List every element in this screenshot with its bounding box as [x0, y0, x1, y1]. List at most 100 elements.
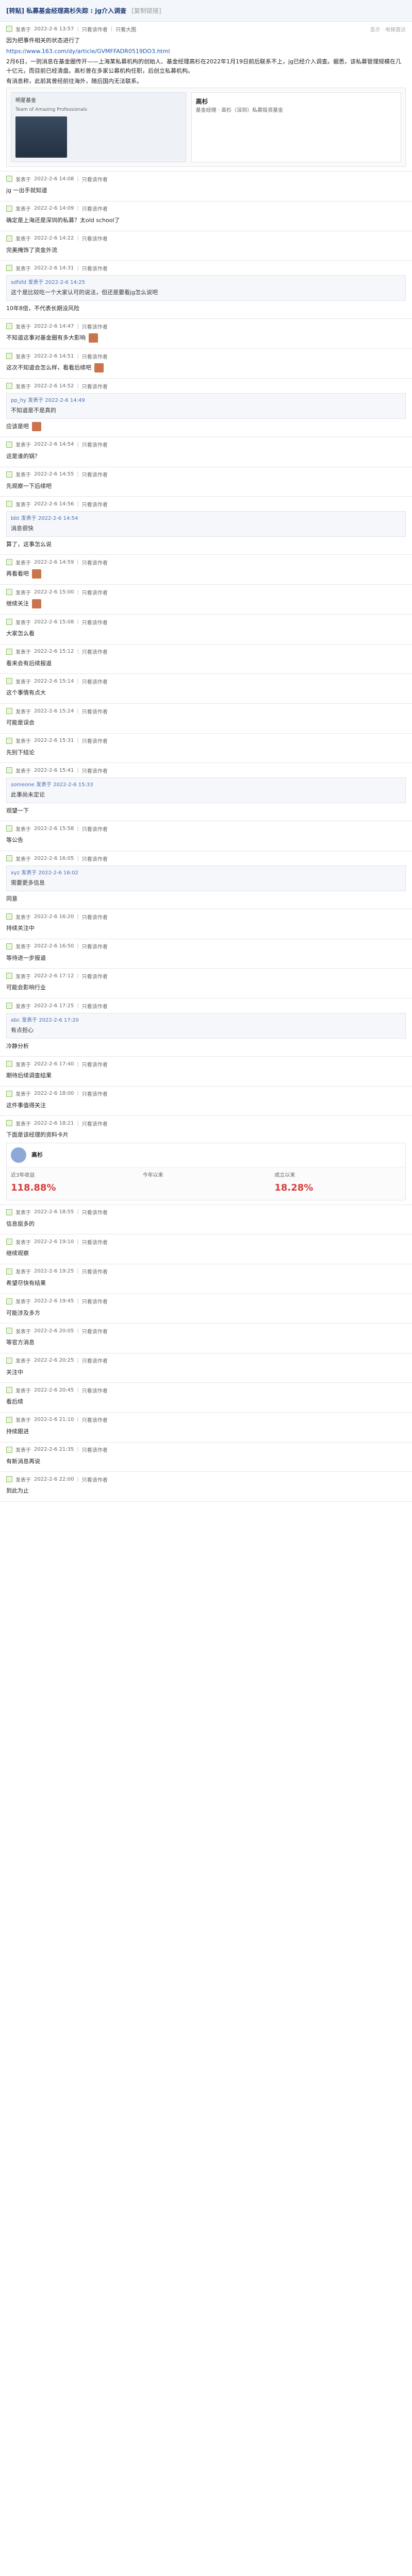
stats-head: 高杉 — [7, 1143, 405, 1167]
separator: | — [77, 767, 79, 773]
post-line: 先观察一下后续吧 — [6, 482, 406, 491]
post-icon — [6, 205, 12, 212]
post-text: 持续跟进 — [6, 1428, 29, 1435]
only-author-link[interactable]: 只看该作者 — [82, 558, 108, 566]
post-line: 这是谁的锅？ — [6, 452, 406, 461]
only-author-link[interactable]: 只看该作者 — [82, 323, 108, 330]
post: 发表于 2022-2-6 14:52 | 只看该作者 pp_hy 发表于 2022-2-… — [0, 379, 412, 437]
post-time: 2022-2-6 13:57 — [34, 26, 74, 32]
only-author-link[interactable]: 只看该作者 — [82, 382, 108, 390]
quote-block: bbt 发表于 2022-2-6 14:54 消息很快 — [6, 511, 406, 537]
separator: | — [77, 1091, 79, 1097]
only-author-link[interactable]: 只看该作者 — [82, 500, 108, 508]
post: 发表于 2022-2-6 15:58 | 只看该作者 等公告 — [0, 821, 412, 852]
only-author-link[interactable]: 只看该作者 — [82, 1090, 108, 1097]
only-images-link[interactable]: 只看大图 — [116, 25, 136, 33]
only-author-link[interactable]: 只看该作者 — [82, 737, 108, 744]
quote-head: someone 发表于 2022-2-6 15:33 — [11, 782, 93, 788]
separator: | — [77, 943, 79, 950]
post-text: 确定是上海还是深圳的私募？太old school了 — [6, 216, 120, 224]
post-meta: 发表于 2022-2-6 15:08 | 只看该作者 — [6, 618, 406, 626]
post-icon — [6, 176, 12, 182]
post-content: 期待后续调查结果 — [6, 1071, 406, 1080]
only-author-link[interactable]: 只看该作者 — [82, 234, 108, 242]
only-author-link[interactable]: 只看该作者 — [82, 1357, 108, 1364]
post-meta: 发表于 2022-2-6 13:57 | 只看该作者 | 只看大图 显示 · 电梯直达 — [6, 25, 406, 33]
only-author-link[interactable]: 只看该作者 — [82, 972, 108, 980]
post-text: 不知道这事对基金圈有多大影响 — [6, 334, 86, 342]
post-text: 算了，这事怎么说 — [6, 540, 52, 548]
only-author-link[interactable]: 只看该作者 — [82, 205, 108, 212]
post-time: 2022-2-6 14:56 — [34, 501, 74, 507]
copy-link[interactable]: [复制链接] — [131, 7, 161, 14]
post-time: 2022-2-6 14:51 — [34, 353, 74, 359]
post-time: 2022-2-6 15:24 — [34, 708, 74, 714]
post-time: 2022-2-6 14:54 — [34, 442, 74, 448]
only-author-link[interactable]: 只看该作者 — [82, 825, 108, 833]
only-author-link[interactable]: 只看该作者 — [82, 1476, 108, 1483]
only-author-link[interactable]: 只看该作者 — [82, 1002, 108, 1010]
post-meta: 发表于 2022-2-6 15:00 | 只看该作者 — [6, 588, 406, 596]
only-author-link[interactable]: 只看该作者 — [82, 767, 108, 774]
post-line: 可能会影响行业 — [6, 983, 406, 992]
post-icon — [6, 441, 12, 448]
only-author-link[interactable]: 只看该作者 — [82, 1060, 108, 1068]
only-author-link[interactable]: 只看该作者 — [82, 1416, 108, 1423]
post-content: 关注中 — [6, 1368, 406, 1377]
metrics: 近3年收益 118.88% 今年以来 成立以来 18.28% — [7, 1166, 405, 1200]
post-author: 发表于 — [15, 1092, 31, 1098]
only-author-link[interactable]: 只看该作者 — [82, 352, 108, 360]
only-author-link[interactable]: 只看该作者 — [82, 1446, 108, 1453]
post-line: 确定是上海还是深圳的私募？太old school了 — [6, 216, 406, 225]
post: 发表于 2022-2-6 15:14 | 只看该作者 这个事情有点大 — [0, 674, 412, 704]
card-right-sub: 基金经理 · 高杉（深圳）私募投资基金 — [195, 108, 284, 114]
only-author-link[interactable]: 只看该作者 — [82, 440, 108, 448]
only-author-link[interactable]: 只看该作者 — [82, 25, 108, 33]
post-meta: 发表于 2022-2-6 15:24 | 只看该作者 — [6, 707, 406, 715]
only-author-link[interactable]: 只看该作者 — [82, 618, 108, 626]
post-line: 应该是吧 — [6, 421, 406, 431]
card-left: 明星基金 Team of Amazing Professionals — [11, 92, 186, 163]
post-line[interactable]: https://www.163.com/dy/article/GVMFFADR0… — [6, 47, 406, 56]
only-author-link[interactable]: 只看该作者 — [82, 1120, 108, 1127]
post-content: 这个事情有点大 — [6, 688, 406, 698]
quote-head: abc 发表于 2022-2-6 17:20 — [11, 1018, 79, 1024]
only-author-link[interactable]: 只看该作者 — [82, 1208, 108, 1216]
post-text: 应该是吧 — [6, 422, 29, 430]
post-icon — [6, 708, 12, 715]
post-line: 持续关注中 — [6, 924, 406, 933]
only-author-link[interactable]: 只看该作者 — [82, 707, 108, 715]
post-line: 先别下结论 — [6, 748, 406, 757]
post-meta: 发表于 2022-2-6 19:10 | 只看该作者 — [6, 1238, 406, 1246]
only-author-link[interactable]: 只看该作者 — [82, 913, 108, 921]
post-meta: 发表于 2022-2-6 15:31 | 只看该作者 — [6, 737, 406, 745]
manager-name: 高杉 — [31, 1151, 43, 1159]
post-author: 发表于 — [15, 1004, 31, 1010]
only-author-link[interactable]: 只看该作者 — [82, 1238, 108, 1246]
post-link[interactable]: https://www.163.com/dy/article/GVMFFADR0… — [6, 48, 170, 55]
only-author-link[interactable]: 只看该作者 — [82, 942, 108, 950]
separator: | — [77, 708, 79, 714]
separator: | — [77, 678, 79, 684]
post-time: 2022-2-6 17:25 — [34, 1003, 74, 1009]
only-author-link[interactable]: 只看该作者 — [82, 1267, 108, 1275]
quote-head: pp_hy 发表于 2022-2-6 14:49 — [11, 398, 85, 404]
only-author-link[interactable]: 只看该作者 — [82, 1386, 108, 1394]
post-author: 发表于 — [15, 709, 31, 715]
post-extra[interactable]: 显示 · 电梯直达 — [370, 25, 406, 33]
post-time: 2022-2-6 22:00 — [34, 1476, 74, 1482]
only-author-link[interactable]: 只看该作者 — [82, 175, 108, 183]
card-left-sub: Team of Amazing Professionals — [15, 107, 87, 112]
post-text: jg 一出手就知道 — [6, 187, 47, 194]
only-author-link[interactable]: 只看该作者 — [82, 677, 108, 685]
only-author-link[interactable]: 只看该作者 — [82, 470, 108, 478]
only-author-link[interactable]: 只看该作者 — [82, 264, 108, 272]
metric-3-value: 18.28% — [274, 1182, 314, 1193]
post-time: 2022-2-6 14:47 — [34, 323, 74, 329]
only-author-link[interactable]: 只看该作者 — [82, 588, 108, 596]
only-author-link[interactable]: 只看该作者 — [82, 855, 108, 862]
post-text: 先观察一下后续吧 — [6, 482, 52, 489]
only-author-link[interactable]: 只看该作者 — [82, 648, 108, 655]
only-author-link[interactable]: 只看该作者 — [82, 1327, 108, 1335]
only-author-link[interactable]: 只看该作者 — [82, 1297, 108, 1305]
